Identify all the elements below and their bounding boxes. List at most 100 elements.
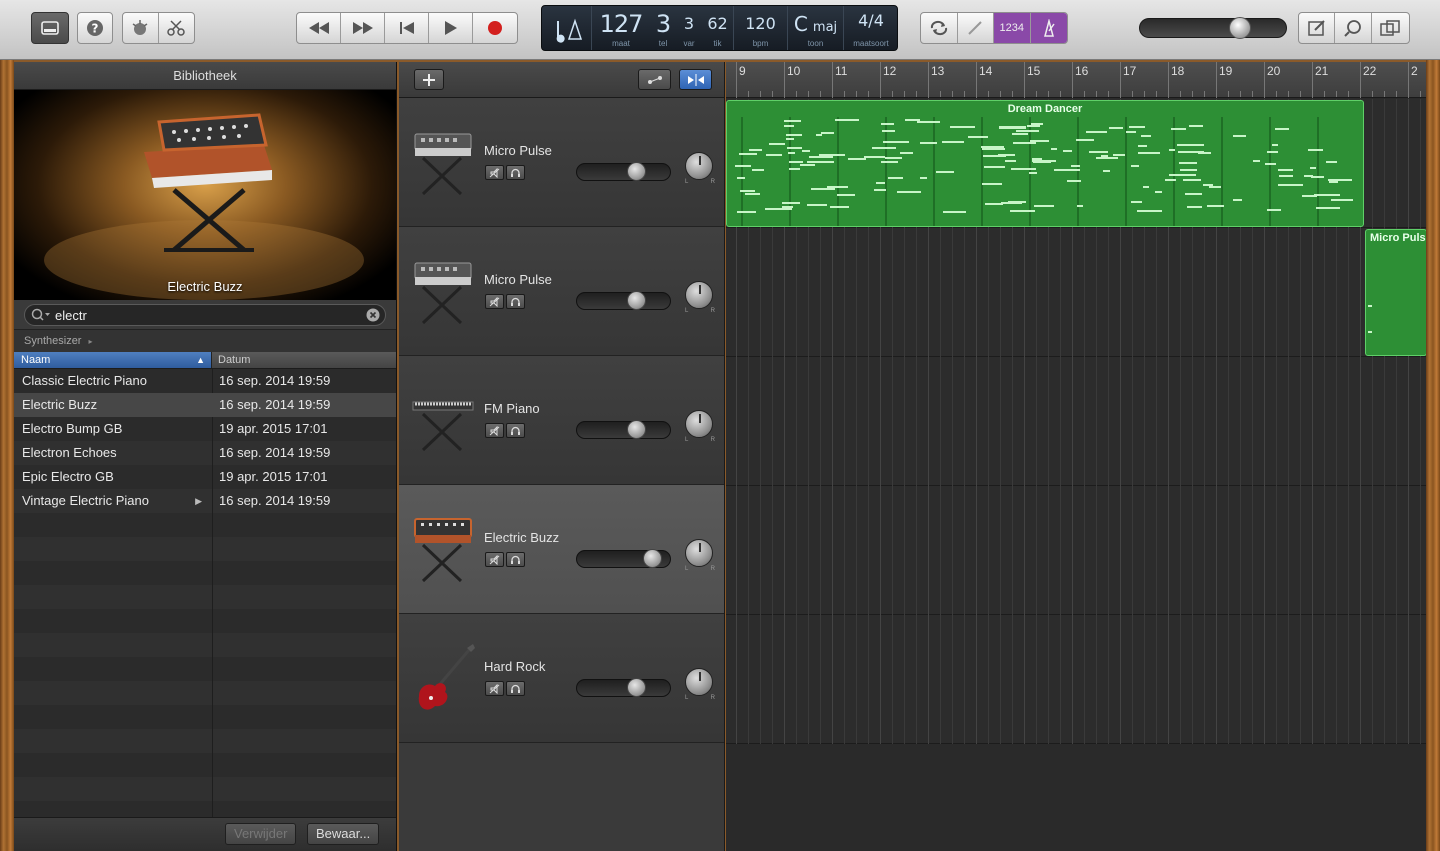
track-volume-knob[interactable] bbox=[627, 291, 647, 310]
pan-knob[interactable] bbox=[685, 539, 713, 567]
list-item[interactable]: Epic Electro GB 19 apr. 2015 17:01 bbox=[14, 465, 396, 489]
snap-to-grid-button[interactable] bbox=[679, 69, 712, 90]
list-item[interactable]: Classic Electric Piano 16 sep. 2014 19:59 bbox=[14, 369, 396, 393]
mute-button[interactable] bbox=[485, 294, 504, 309]
list-item-selected[interactable]: Electric Buzz 16 sep. 2014 19:59 bbox=[14, 393, 396, 417]
mute-icon bbox=[489, 425, 500, 436]
fast-forward-button[interactable] bbox=[341, 13, 385, 43]
search-input[interactable] bbox=[55, 307, 355, 323]
track-lane[interactable] bbox=[726, 615, 1426, 744]
automation-button[interactable] bbox=[638, 69, 671, 90]
track-lane[interactable] bbox=[726, 486, 1426, 615]
column-header-name[interactable]: Naam ▲ bbox=[14, 352, 212, 368]
track-lanes[interactable]: Dream Dancer Micro Puls bbox=[726, 99, 1426, 851]
clear-search-icon[interactable] bbox=[365, 307, 381, 323]
pan-knob[interactable] bbox=[685, 281, 713, 309]
track-row[interactable]: Micro Pulse LR bbox=[399, 98, 724, 227]
track-row[interactable]: Micro Pulse LR bbox=[399, 227, 724, 356]
mute-button[interactable] bbox=[485, 165, 504, 180]
list-item[interactable]: Vintage Electric Piano ▶ 16 sep. 2014 19:… bbox=[14, 489, 396, 513]
media-browser-button[interactable] bbox=[1372, 13, 1409, 43]
track-row[interactable]: FM Piano LR bbox=[399, 356, 724, 485]
help-button[interactable]: ? bbox=[77, 12, 113, 44]
loop-browser-button[interactable] bbox=[1335, 13, 1372, 43]
add-track-button[interactable] bbox=[414, 69, 444, 90]
breadcrumb-synthesizer[interactable]: Synthesizer bbox=[24, 335, 81, 347]
cycle-button[interactable] bbox=[921, 13, 958, 43]
delete-button[interactable]: Verwijder bbox=[225, 823, 297, 845]
solo-button[interactable] bbox=[506, 423, 525, 438]
count-in-button[interactable]: 1234 bbox=[994, 13, 1031, 43]
midi-note bbox=[782, 202, 800, 204]
midi-region-micro-pulse[interactable]: Micro Puls bbox=[1365, 229, 1426, 356]
beat-tick bbox=[1384, 91, 1385, 97]
solo-button[interactable] bbox=[506, 165, 525, 180]
midi-note bbox=[816, 134, 822, 136]
track-lane[interactable] bbox=[726, 228, 1426, 357]
lcd-division: 3 var bbox=[676, 6, 702, 50]
notepad-button[interactable] bbox=[1299, 13, 1336, 43]
midi-note bbox=[1169, 174, 1196, 176]
item-name: Electron Echoes bbox=[22, 445, 117, 460]
beat-value: 3 bbox=[655, 10, 671, 38]
go-to-start-button[interactable] bbox=[385, 13, 429, 43]
arrange-area[interactable]: 9 10 11 12 13 14 15 16 17 18 19 20 21 22 2 Dream Dance… bbox=[726, 62, 1426, 851]
lcd-display[interactable]: 127 maat 3 tel 3 var 62 tik 120 bpm C ma… bbox=[541, 5, 898, 51]
disclosure-arrow-icon[interactable]: ▶ bbox=[195, 489, 202, 513]
pan-lr-markers: LR bbox=[685, 695, 715, 701]
cycle-icon bbox=[930, 20, 947, 36]
mute-icon bbox=[489, 296, 500, 307]
track-volume-slider[interactable] bbox=[576, 678, 671, 697]
mute-button[interactable] bbox=[485, 552, 504, 567]
track-volume-slider[interactable] bbox=[576, 291, 671, 310]
master-volume-knob[interactable] bbox=[1229, 17, 1252, 39]
rewind-button[interactable] bbox=[297, 13, 341, 43]
timeline-ruler[interactable]: 9 10 11 12 13 14 15 16 17 18 19 20 21 22 2 bbox=[726, 62, 1426, 98]
solo-button[interactable] bbox=[506, 681, 525, 696]
track-volume-knob[interactable] bbox=[627, 420, 647, 439]
tempo-label: bpm bbox=[752, 39, 769, 48]
save-button[interactable]: Bewaar... bbox=[307, 823, 380, 845]
track-volume-slider[interactable] bbox=[576, 549, 671, 568]
list-item[interactable]: Electron Echoes 16 sep. 2014 19:59 bbox=[14, 441, 396, 465]
midi-region-dream-dancer[interactable]: Dream Dancer bbox=[726, 100, 1364, 227]
play-button[interactable] bbox=[429, 13, 473, 43]
track-row-selected[interactable]: Electric Buzz LR bbox=[399, 485, 724, 614]
editors-button[interactable] bbox=[159, 13, 195, 43]
tuner-button[interactable] bbox=[958, 13, 994, 43]
column-header-date[interactable]: Datum bbox=[212, 352, 250, 368]
region-bar-line bbox=[1317, 117, 1319, 226]
track-volume-knob[interactable] bbox=[642, 549, 662, 568]
beat-tick bbox=[1420, 91, 1421, 97]
toolbar: ? 127 maat 3 tel 3 var 62 tik 120 bpm C … bbox=[0, 0, 1440, 60]
midi-note bbox=[883, 141, 909, 143]
metronome-button[interactable] bbox=[1030, 13, 1067, 43]
pan-knob[interactable] bbox=[685, 152, 713, 180]
bar-number: 16 bbox=[1075, 64, 1089, 78]
mute-button[interactable] bbox=[485, 423, 504, 438]
midi-note bbox=[1177, 144, 1204, 146]
record-button[interactable] bbox=[473, 13, 517, 43]
search-field[interactable] bbox=[24, 304, 386, 326]
solo-button[interactable] bbox=[506, 552, 525, 567]
master-volume-slider[interactable] bbox=[1139, 17, 1287, 39]
pan-knob[interactable] bbox=[685, 410, 713, 438]
library-toggle-button[interactable] bbox=[31, 12, 69, 44]
pan-knob[interactable] bbox=[685, 668, 713, 696]
midi-note bbox=[1189, 125, 1203, 127]
track-volume-slider[interactable] bbox=[576, 420, 671, 439]
mute-button[interactable] bbox=[485, 681, 504, 696]
midi-note bbox=[982, 148, 1005, 150]
play-icon bbox=[444, 21, 457, 35]
smart-controls-button[interactable] bbox=[123, 13, 159, 43]
track-row[interactable]: Hard Rock LR bbox=[399, 614, 724, 743]
track-volume-knob[interactable] bbox=[627, 678, 647, 697]
svg-text:?: ? bbox=[92, 22, 99, 36]
breadcrumb[interactable]: Synthesizer ▸ bbox=[14, 330, 396, 352]
solo-button[interactable] bbox=[506, 294, 525, 309]
bar-number: 13 bbox=[931, 64, 945, 78]
track-volume-knob[interactable] bbox=[627, 162, 647, 181]
track-lane[interactable] bbox=[726, 357, 1426, 486]
track-volume-slider[interactable] bbox=[576, 162, 671, 181]
list-item[interactable]: Electro Bump GB 19 apr. 2015 17:01 bbox=[14, 417, 396, 441]
